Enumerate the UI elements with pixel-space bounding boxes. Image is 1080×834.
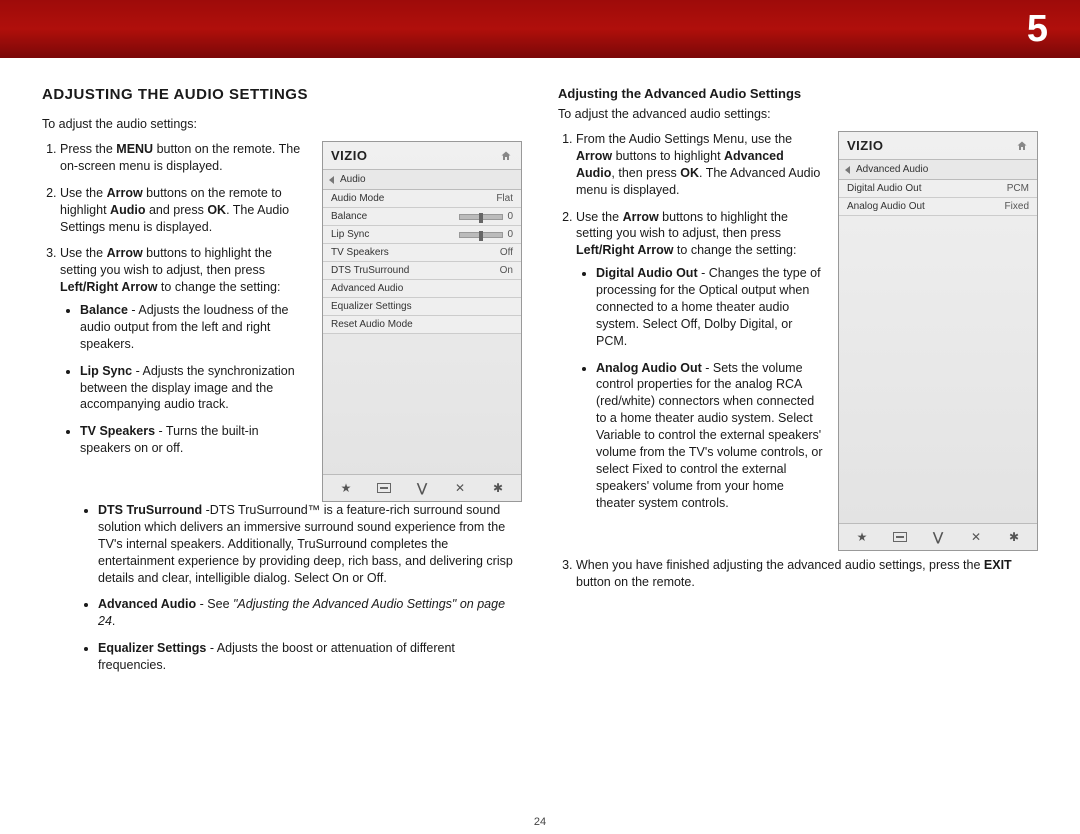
osd-breadcrumb: Audio [323, 170, 521, 190]
vizio-icon [931, 530, 945, 544]
step-2: Use the Arrow buttons to highlight the s… [576, 209, 824, 512]
close-icon [453, 481, 467, 495]
osd-audio-menu: VIZIO Audio Audio ModeFlat Balance0 Lip … [322, 141, 522, 502]
wide-icon [377, 483, 391, 493]
page-number: 24 [0, 816, 1080, 828]
step-1: From the Audio Settings Menu, use the Ar… [576, 131, 824, 199]
intro-text: To adjust the advanced audio settings: [558, 107, 1038, 121]
osd-row: Audio ModeFlat [323, 190, 521, 208]
gear-icon [491, 481, 505, 495]
advanced-bullets: Digital Audio Out - Changes the type of … [576, 265, 824, 511]
vizio-icon [415, 481, 429, 495]
home-icon [499, 149, 513, 163]
step-2: Use the Arrow buttons on the remote to h… [60, 185, 308, 236]
bullet-advanced-audio: Advanced Audio - See "Adjusting the Adva… [98, 596, 522, 630]
osd-row: Balance0 [323, 208, 521, 226]
osd-footer [323, 474, 521, 501]
gear-icon [1007, 530, 1021, 544]
osd-crumb-label: Audio [340, 174, 366, 185]
osd-logo: VIZIO [847, 138, 883, 153]
left-column: ADJUSTING THE AUDIO SETTINGS To adjust t… [42, 86, 522, 684]
home-icon [1015, 139, 1029, 153]
bullet-tv-speakers: TV Speakers - Turns the built-in speaker… [80, 423, 308, 457]
settings-bullets-wide: DTS TruSurround -DTS TruSurround™ is a f… [42, 502, 522, 674]
bullet-equalizer: Equalizer Settings - Adjusts the boost o… [98, 640, 522, 674]
bullet-digital-audio: Digital Audio Out - Changes the type of … [596, 265, 824, 349]
osd-row: Digital Audio OutPCM [839, 180, 1037, 198]
osd-header: VIZIO [839, 132, 1037, 160]
osd-header: VIZIO [323, 142, 521, 170]
osd-footer [839, 523, 1037, 550]
chapter-number: 5 [1027, 8, 1048, 51]
slider-icon [459, 214, 503, 220]
bullet-analog-audio: Analog Audio Out - Sets the volume contr… [596, 360, 824, 512]
osd-crumb-label: Advanced Audio [856, 164, 928, 175]
star-icon [339, 481, 353, 495]
star-icon [855, 530, 869, 544]
bullet-lip-sync: Lip Sync - Adjusts the syn­chronization … [80, 363, 308, 414]
bullet-dts: DTS TruSurround -DTS TruSurround™ is a f… [98, 502, 522, 586]
wide-icon [893, 532, 907, 542]
osd-row: TV SpeakersOff [323, 244, 521, 262]
osd-breadcrumb: Advanced Audio [839, 160, 1037, 180]
step-3: Use the Arrow buttons to highlight the s… [60, 245, 308, 457]
intro-text: To adjust the audio settings: [42, 117, 522, 131]
osd-row: DTS TruSurroundOn [323, 262, 521, 280]
subsection-heading: Adjusting the Advanced Audio Settings [558, 86, 1038, 101]
osd-advanced-audio-menu: VIZIO Advanced Audio Digital Audio OutPC… [838, 131, 1038, 551]
settings-bullets-narrow: Balance - Adjusts the loudness of the au… [60, 302, 308, 457]
osd-row: Equalizer Settings [323, 298, 521, 316]
back-icon [845, 166, 850, 174]
step-1: Press the MENU button on the remote. The… [60, 141, 308, 175]
osd-row: Advanced Audio [323, 280, 521, 298]
osd-logo: VIZIO [331, 148, 367, 163]
bullet-balance: Balance - Adjusts the loudness of the au… [80, 302, 308, 353]
steps-list: From the Audio Settings Menu, use the Ar… [558, 131, 824, 511]
osd-row: Reset Audio Mode [323, 316, 521, 334]
chapter-banner: 5 [0, 0, 1080, 58]
back-icon [329, 176, 334, 184]
osd-row: Lip Sync0 [323, 226, 521, 244]
close-icon [969, 530, 983, 544]
osd-row: Analog Audio OutFixed [839, 198, 1037, 216]
right-column: Adjusting the Advanced Audio Settings To… [558, 86, 1038, 684]
slider-icon [459, 232, 503, 238]
steps-list: Press the MENU button on the remote. The… [42, 141, 308, 457]
step-3: When you have finished adjusting the adv… [576, 557, 1038, 591]
section-heading: ADJUSTING THE AUDIO SETTINGS [42, 86, 522, 103]
steps-list-cont: When you have finished adjusting the adv… [558, 557, 1038, 591]
